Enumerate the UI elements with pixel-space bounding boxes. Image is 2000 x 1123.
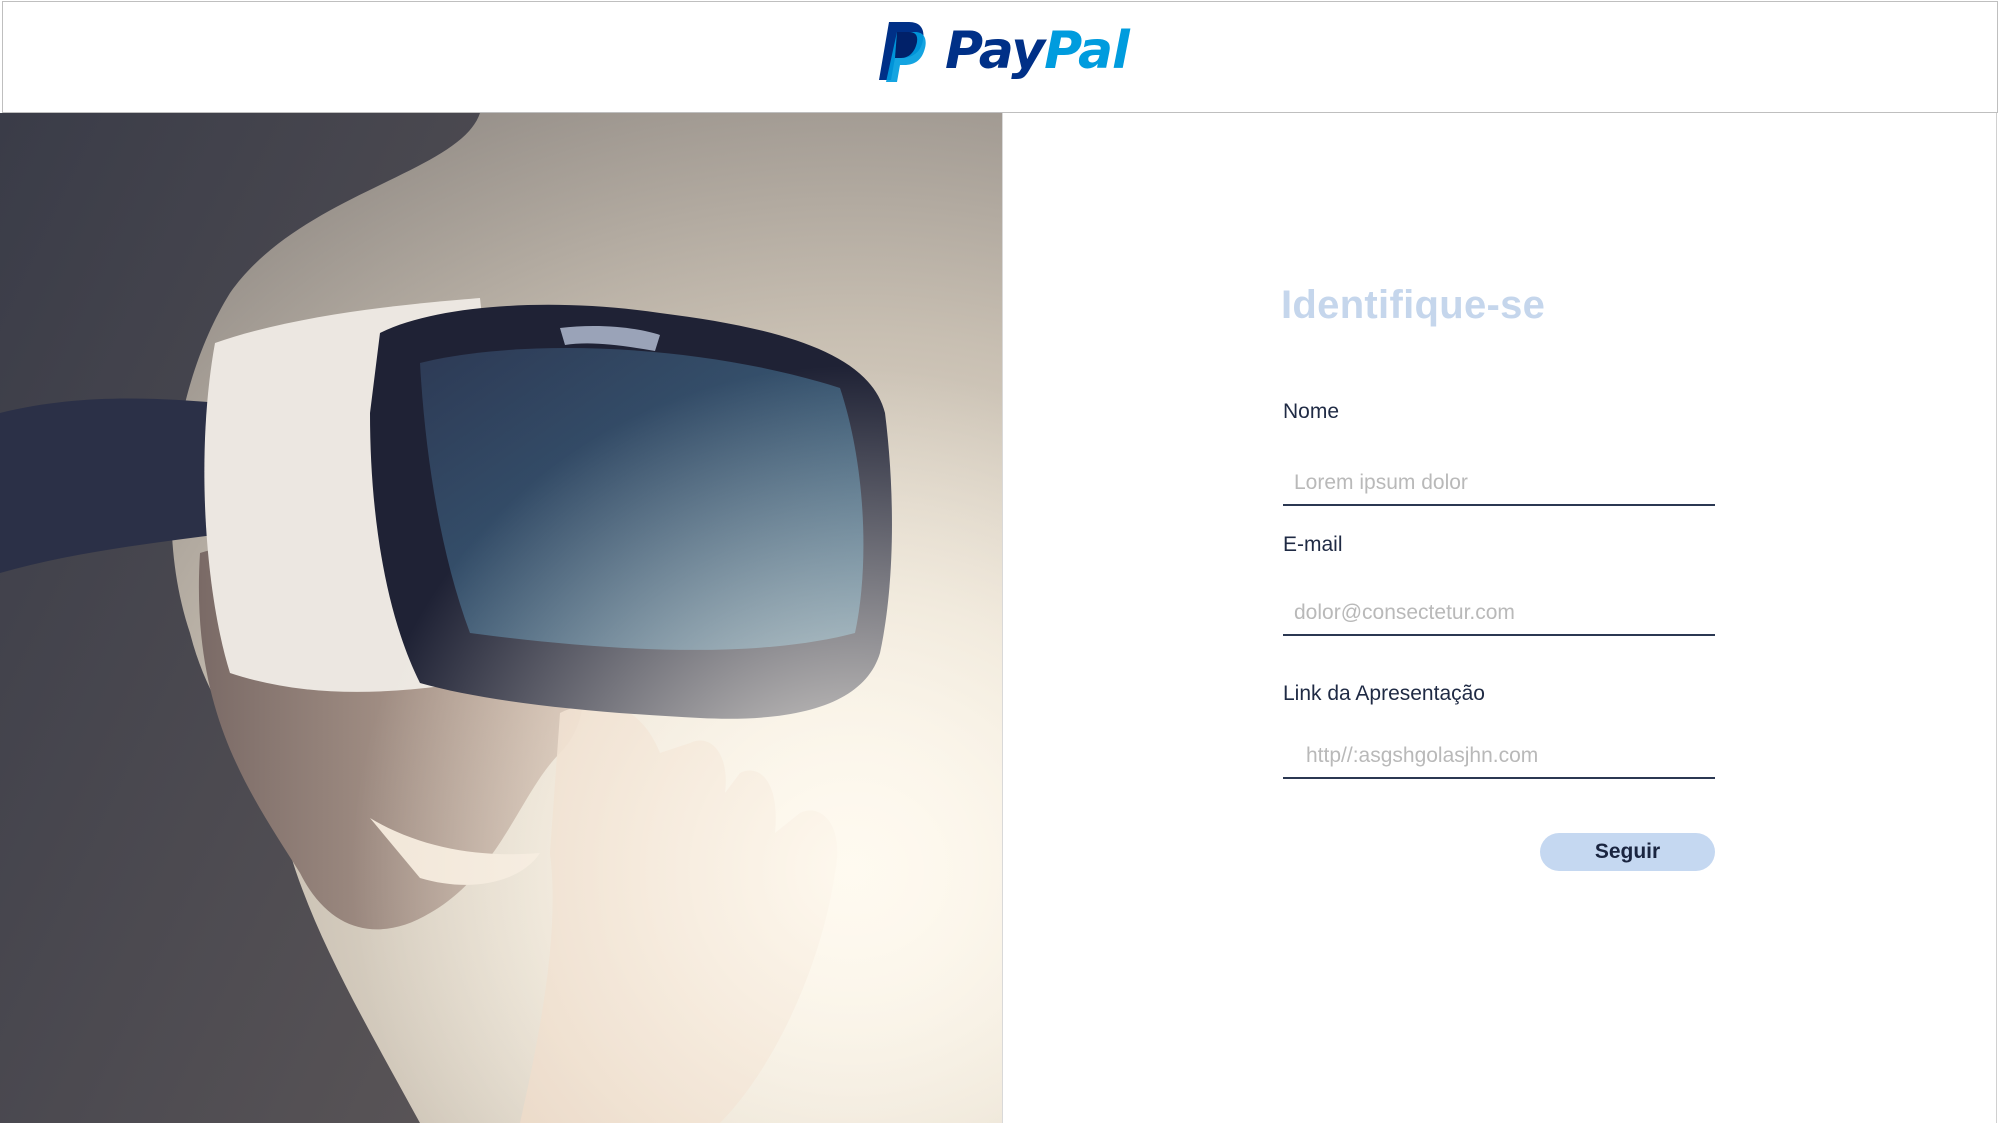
email-label: E-mail [1283,533,1343,556]
name-input[interactable] [1283,462,1715,506]
paypal-logo[interactable]: PayPal [875,18,1135,84]
name-label: Nome [1283,400,1340,423]
paypal-wordmark-pay: Pay [945,21,1045,81]
presentation-link-label: Link da Apresentação [1283,682,1485,705]
email-input[interactable] [1283,592,1715,636]
presentation-link-input[interactable] [1283,735,1715,779]
submit-button[interactable]: Seguir [1540,833,1715,871]
paypal-wordmark: PayPal [945,25,1130,77]
paypal-wordmark-pal: Pal [1044,21,1130,81]
vr-headset-illustration [0,113,1002,1123]
hero-photo [0,113,1002,1123]
paypal-logo-icon [879,22,926,82]
page-title: Identifique-se [1281,283,1546,327]
